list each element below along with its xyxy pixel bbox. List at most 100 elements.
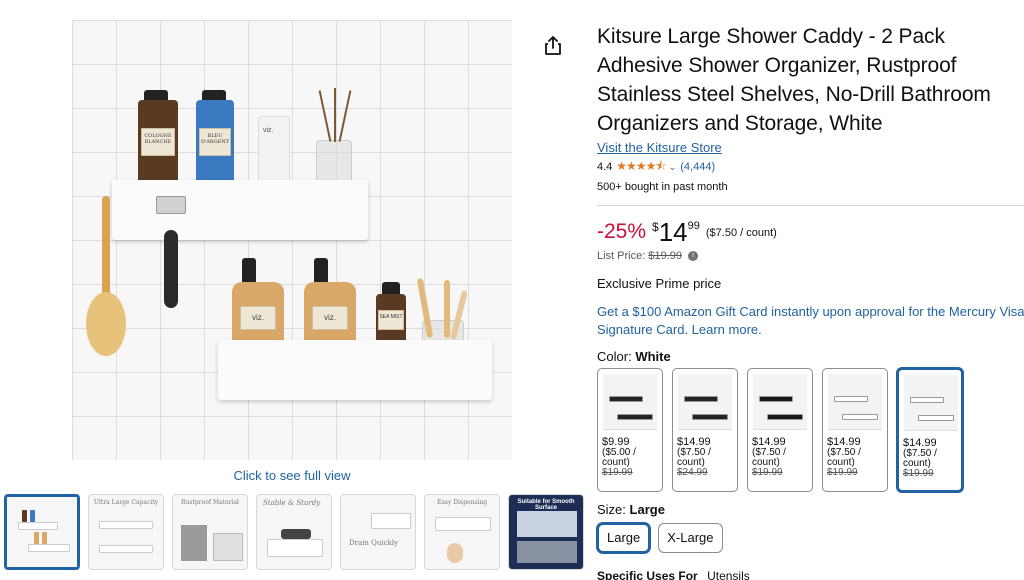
bottle-label: viz. bbox=[263, 127, 274, 134]
thumb-shelf bbox=[435, 517, 491, 531]
thumbnail-4[interactable]: Stable & Sturdy bbox=[256, 494, 332, 570]
info-icon[interactable]: i bbox=[688, 251, 699, 262]
top-shelf bbox=[112, 180, 368, 240]
color-label-row: Color: White bbox=[597, 349, 1024, 364]
thumb-texture bbox=[181, 525, 207, 561]
price-per-unit: ($7.50 / count) bbox=[705, 227, 777, 239]
color-swatch-2[interactable]: $14.99 ($7.50 /count) $24.99 bbox=[672, 368, 738, 492]
full-view-link[interactable]: Click to see full view bbox=[72, 468, 512, 483]
thumbnail-6[interactable]: Easy Dispensing bbox=[424, 494, 500, 570]
razor-handle bbox=[164, 230, 178, 308]
spec-row: Specific Uses For Utensils bbox=[597, 569, 1024, 580]
cream-tube: viz. bbox=[258, 116, 290, 184]
bottle-cap bbox=[382, 282, 400, 294]
color-swatch-3[interactable]: $14.99 ($7.50 /count) $19.99 bbox=[747, 368, 813, 492]
brush-head bbox=[86, 292, 126, 356]
pump-bottle: viz. bbox=[304, 282, 356, 346]
thumb-caption: Stable & Sturdy bbox=[263, 499, 321, 507]
size-label: Size: bbox=[597, 502, 626, 517]
swatch-image bbox=[904, 375, 958, 431]
bought-count: 500+ bought in past month bbox=[597, 181, 728, 193]
razor-head bbox=[156, 196, 186, 214]
thumb-caption: Easy Dispensing bbox=[436, 499, 488, 506]
thumb-panel bbox=[517, 511, 577, 537]
list-price: List Price: $19.99 i bbox=[597, 250, 1024, 262]
chevron-down-icon[interactable]: ⌄ bbox=[669, 162, 677, 173]
thumbnail-3[interactable]: Rustproof Material bbox=[172, 494, 248, 570]
thumb-shelf bbox=[371, 513, 411, 529]
swatch-shelf bbox=[684, 396, 718, 402]
list-price-value: $19.99 bbox=[648, 250, 683, 262]
thumb-caption: Suitable for Smooth Surface bbox=[517, 499, 575, 511]
bottle-label: viz. bbox=[240, 306, 276, 330]
swatch-image bbox=[603, 374, 657, 430]
color-swatch-5[interactable]: $14.99 ($7.50 /count) $19.99 bbox=[897, 368, 963, 492]
bottle-label: SEA MIST bbox=[378, 310, 404, 330]
pump-top bbox=[242, 258, 256, 282]
swatch-price-block: $14.99 ($7.50 /count) $19.99 bbox=[903, 438, 937, 479]
swatch-price-block: $14.99 ($7.50 /count) $19.99 bbox=[752, 437, 786, 478]
thumbnail-2[interactable]: Ultra Large Capacity bbox=[88, 494, 164, 570]
swatch-image bbox=[678, 374, 732, 430]
swatch-list-price: $19.99 bbox=[602, 467, 633, 478]
thumb-shelf bbox=[18, 522, 58, 530]
size-option-large[interactable]: Large bbox=[597, 523, 651, 553]
bottle-label: viz. bbox=[312, 306, 348, 330]
swatch-shelf bbox=[609, 396, 643, 402]
rating-value: 4.4 bbox=[597, 161, 613, 173]
swatch-image bbox=[828, 374, 882, 430]
thumb-shelf bbox=[99, 545, 153, 553]
price-whole: 14 bbox=[658, 217, 688, 247]
thumb-caption: Rustproof Material bbox=[181, 499, 239, 506]
thumb-caption: Drain Quickly bbox=[349, 539, 398, 547]
thumbnail-1[interactable] bbox=[4, 494, 80, 570]
swatch-shelf bbox=[842, 414, 878, 420]
thumb-bottle bbox=[30, 510, 35, 522]
spec-label: Specific Uses For bbox=[597, 569, 698, 580]
swatch-shelf bbox=[692, 414, 728, 420]
swatch-shelf bbox=[759, 396, 793, 402]
thumb-dumbbell bbox=[281, 529, 311, 539]
price-currency: $ bbox=[652, 220, 659, 234]
swatch-shelf bbox=[617, 414, 653, 420]
swatch-price-block: $9.99 ($5.00 /count) $19.99 bbox=[602, 437, 636, 478]
spec-value: Utensils bbox=[707, 569, 750, 580]
bottle-cap bbox=[144, 90, 168, 100]
swatch-shelf bbox=[834, 396, 868, 402]
swatch-shelf bbox=[910, 397, 944, 403]
thumbnail-7[interactable]: Suitable for Smooth Surface bbox=[508, 494, 584, 570]
color-label: Color: bbox=[597, 349, 632, 364]
color-swatches: $9.99 ($5.00 /count) $19.99 $14.99 ($7.50 /c… bbox=[597, 368, 1024, 492]
list-price-label: List Price: bbox=[597, 250, 646, 262]
rating-count-link[interactable]: (4,444) bbox=[680, 161, 715, 173]
thumb-bottle bbox=[22, 510, 27, 522]
product-info: Kitsure Large Shower Caddy - 2 Pack Adhe… bbox=[597, 22, 1024, 580]
share-icon[interactable] bbox=[544, 36, 562, 56]
bottle-cap bbox=[202, 90, 226, 100]
swatch-list-price: $24.99 bbox=[677, 467, 708, 478]
pump-bottle: viz. bbox=[232, 282, 284, 346]
reed-diffuser bbox=[316, 140, 352, 184]
thumb-shelf bbox=[28, 544, 70, 552]
color-swatch-1[interactable]: $9.99 ($5.00 /count) $19.99 bbox=[597, 368, 663, 492]
thumb-shelf bbox=[99, 521, 153, 529]
star-rating-icon[interactable]: ★★★★⯪ bbox=[616, 157, 666, 178]
price-row: -25% $ 14 99 ($7.50 / count) bbox=[597, 218, 1024, 248]
thumbnail-5[interactable]: Drain Quickly bbox=[340, 494, 416, 570]
swatch-price-block: $14.99 ($7.50 /count) $24.99 bbox=[677, 437, 711, 478]
size-option-x-large[interactable]: X-Large bbox=[658, 523, 723, 553]
product-title: Kitsure Large Shower Caddy - 2 Pack Adhe… bbox=[597, 25, 991, 135]
toothbrush bbox=[444, 280, 450, 338]
thumb-hand bbox=[447, 543, 463, 563]
thumb-caption: Ultra Large Capacity bbox=[93, 499, 159, 506]
size-label-row: Size: Large bbox=[597, 502, 1024, 517]
swatch-image bbox=[753, 374, 807, 430]
color-swatch-4[interactable]: $14.99 ($7.50 /count) $19.99 bbox=[822, 368, 888, 492]
store-link[interactable]: Visit the Kitsure Store bbox=[597, 140, 1024, 155]
gift-card-offer-link[interactable]: Get a $100 Amazon Gift Card instantly up… bbox=[597, 303, 1024, 339]
main-product-image[interactable]: COLOGNE BLANCHE BLEU D'ARGENT viz. viz. … bbox=[72, 20, 512, 460]
swatch-list-price: $19.99 bbox=[827, 467, 858, 478]
size-options: Large X-Large bbox=[597, 523, 1024, 553]
swatch-shelf bbox=[767, 414, 803, 420]
thumb-bottle bbox=[34, 532, 39, 544]
